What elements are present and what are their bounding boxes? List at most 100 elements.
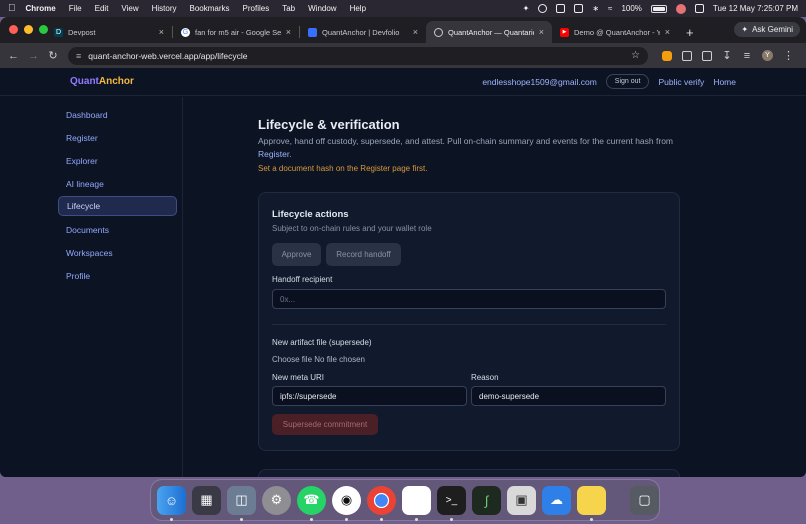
minimize-window-button[interactable] (24, 25, 33, 34)
sidebar-item-ai-lineage[interactable]: AI lineage (58, 174, 177, 194)
menubar-datetime[interactable]: Tue 12 May 7:25:07 PM (713, 4, 798, 13)
devpost-icon: D (54, 27, 63, 37)
whatsapp-icon[interactable]: ☎ (297, 485, 326, 521)
approve-button[interactable]: Approve (272, 243, 321, 266)
profile-avatar[interactable]: Y (762, 50, 773, 61)
battery-icon[interactable] (650, 4, 667, 13)
reading-list-icon[interactable]: ≡ (742, 50, 752, 62)
launchpad-icon[interactable]: ▦ (192, 485, 221, 515)
site-info-icon[interactable]: ≡ (76, 51, 81, 61)
blank-app-icon[interactable] (402, 485, 431, 521)
handoff-recipient-input[interactable]: 0x... (272, 289, 666, 309)
close-tab-icon[interactable]: × (665, 27, 670, 37)
close-tab-icon[interactable]: × (539, 27, 544, 37)
battery-percent: 100% (621, 4, 642, 13)
menu-file[interactable]: File (69, 4, 82, 13)
trash-folder-icon[interactable]: ◫ (227, 485, 256, 521)
sidebar-item-workspaces[interactable]: Workspaces (58, 243, 177, 263)
file-status: No file chosen (314, 355, 365, 364)
record-icon[interactable] (538, 4, 548, 13)
section-divider (272, 324, 666, 325)
sidebar-item-lifecycle[interactable]: Lifecycle (58, 196, 177, 216)
reason-input[interactable]: demo-supersede (471, 386, 666, 406)
kebab-menu-icon[interactable]: ⋮ (783, 49, 794, 62)
app-page: QuantAnchor endlesshope1509@gmail.com Si… (0, 68, 806, 477)
download-icon[interactable]: ↧ (722, 49, 732, 62)
trash-icon[interactable]: ▢ (630, 485, 659, 515)
menu-bookmarks[interactable]: Bookmarks (190, 4, 230, 13)
menu-profiles[interactable]: Profiles (243, 4, 270, 13)
bluetooth-icon[interactable]: ∗ (592, 4, 599, 13)
tab-devpost[interactable]: D Devpost × (46, 21, 172, 43)
sidebar-item-documents[interactable]: Documents (58, 220, 177, 240)
sidebar-item-register[interactable]: Register (58, 128, 177, 148)
file-input[interactable]: Choose file No file chosen (272, 355, 365, 364)
menu-view[interactable]: View (121, 4, 138, 13)
cloud-app-icon[interactable]: ☁ (542, 485, 571, 515)
tab-bar: D Devpost × G fan for m5 air - Google Se… (0, 17, 806, 43)
menu-edit[interactable]: Edit (95, 4, 109, 13)
public-verify-link[interactable]: Public verify (658, 77, 704, 87)
bookmark-star-icon[interactable]: ☆ (631, 50, 640, 61)
menu-history[interactable]: History (152, 4, 177, 13)
page-description: Approve, hand off custody, supersede, an… (258, 135, 678, 161)
control-center-icon[interactable] (694, 4, 704, 13)
desc-end: . (289, 149, 292, 159)
extensions-puzzle-icon[interactable] (682, 50, 692, 61)
cast-icon[interactable] (702, 50, 712, 61)
apple-icon[interactable]:  (8, 3, 16, 14)
tab-title: Demo @ QuantAnchor - YouTube (574, 27, 660, 37)
tab-quantanchor[interactable]: QuantAnchor — Quantarions × (426, 21, 552, 43)
forward-icon[interactable]: → (28, 50, 39, 62)
back-icon[interactable]: ← (8, 50, 19, 62)
address-bar[interactable]: ≡ quant-anchor-web.vercel.app/app/lifecy… (68, 46, 648, 65)
url-text[interactable]: quant-anchor-web.vercel.app/app/lifecycl… (88, 51, 247, 61)
card-title: Lifecycle actions (272, 209, 349, 220)
browser-window: D Devpost × G fan for m5 air - Google Se… (0, 17, 806, 477)
close-tab-icon[interactable]: × (413, 27, 418, 37)
notes-icon[interactable] (577, 485, 606, 521)
home-link[interactable]: Home (713, 77, 736, 87)
finder-icon[interactable]: ☺ (157, 485, 186, 521)
brand-logo[interactable]: QuantAnchor (70, 76, 134, 87)
terminal-icon[interactable]: >_ (437, 485, 466, 521)
reload-icon[interactable]: ↻ (48, 49, 58, 62)
menu-app-name[interactable]: Chrome (26, 4, 56, 13)
choose-file-button[interactable]: Choose file (272, 355, 312, 364)
menu-help[interactable]: Help (350, 4, 366, 13)
desc-text: Approve, hand off custody, supersede, an… (258, 136, 673, 146)
close-tab-icon[interactable]: × (159, 27, 164, 37)
close-tab-icon[interactable]: × (286, 27, 291, 37)
github-icon[interactable]: ◉ (332, 485, 361, 521)
supersede-commitment-button[interactable]: Supersede commitment (272, 414, 378, 435)
tab-devfolio[interactable]: QuantAnchor | Devfolio × (300, 21, 426, 43)
close-window-button[interactable] (9, 25, 18, 34)
menu-tab[interactable]: Tab (282, 4, 295, 13)
wifi-icon[interactable]: ≈ (608, 4, 612, 13)
register-link[interactable]: Register (258, 149, 289, 159)
screen-icon[interactable] (556, 4, 566, 13)
box-app-icon[interactable]: ▣ (507, 485, 536, 515)
user-status-icon[interactable] (675, 3, 686, 14)
serpent-app-icon[interactable]: ∫ (472, 485, 501, 515)
new-tab-button[interactable]: + (686, 25, 694, 40)
dots-icon[interactable] (574, 4, 584, 13)
extension-fox-icon[interactable] (662, 50, 672, 61)
chrome-icon[interactable] (367, 485, 396, 521)
tab-google-search[interactable]: G fan for m5 air - Google Search × (173, 21, 299, 43)
user-email: endlesshope1509@gmail.com (482, 76, 597, 87)
system-settings-icon[interactable]: ⚙ (262, 485, 291, 515)
sign-out-button[interactable]: Sign out (605, 74, 650, 89)
record-handoff-button[interactable]: Record handoff (326, 243, 401, 266)
meta-uri-input[interactable]: ipfs://supersede (272, 386, 467, 406)
globe-icon (434, 27, 443, 37)
menu-window[interactable]: Window (308, 4, 336, 13)
youtube-icon: ▶ (560, 27, 569, 37)
window-controls (9, 25, 48, 34)
tab-youtube[interactable]: ▶ Demo @ QuantAnchor - YouTube × (552, 21, 678, 43)
ask-gemini-button[interactable]: ✦ Ask Gemini (734, 22, 800, 37)
sparkle-icon[interactable]: ✦ (523, 4, 530, 13)
sidebar-item-profile[interactable]: Profile (58, 266, 177, 286)
sidebar-item-dashboard[interactable]: Dashboard (58, 105, 177, 125)
sidebar-item-explorer[interactable]: Explorer (58, 151, 177, 171)
